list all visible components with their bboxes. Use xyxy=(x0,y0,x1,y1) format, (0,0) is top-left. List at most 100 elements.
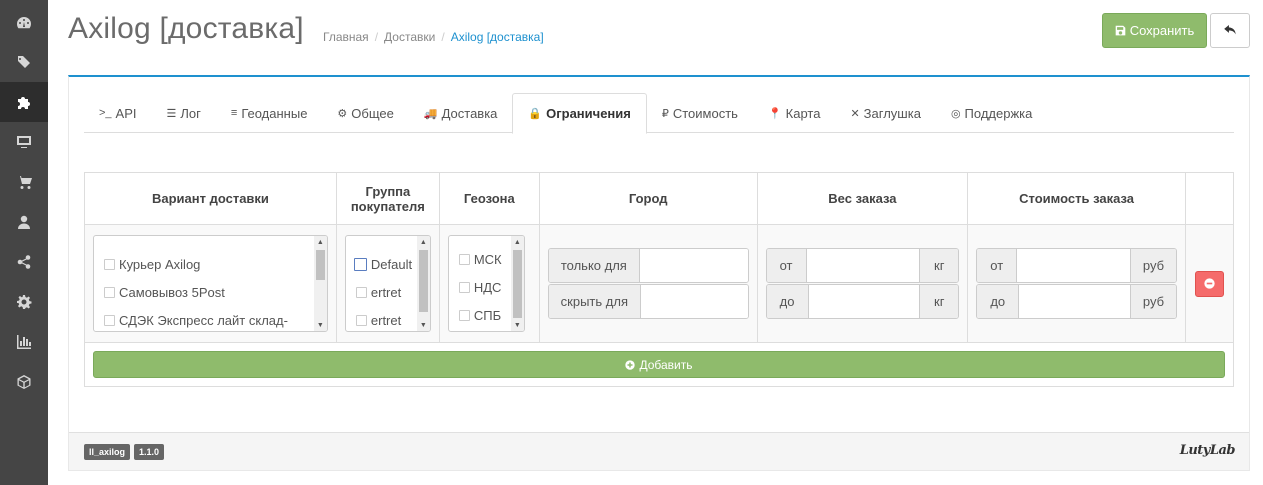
city-only-for-label: только для xyxy=(548,249,640,282)
option-label: ertret xyxy=(370,284,402,300)
sidebar-item-customers[interactable] xyxy=(0,202,48,242)
customer-group-list[interactable]: Default ertret ertret ▲ ▼ xyxy=(344,235,431,332)
database-icon: ≡ xyxy=(230,107,238,119)
city-only-for-input[interactable] xyxy=(639,249,748,282)
weight-unit-label: кг xyxy=(919,249,959,282)
panel-footer: ll_axilog 1.1.0 LutyLab xyxy=(69,432,1249,470)
tab-label: API xyxy=(115,105,137,121)
scrollbar-thumb[interactable] xyxy=(512,250,522,318)
breadcrumb-separator: / xyxy=(374,30,379,44)
sidebar-item-design[interactable] xyxy=(0,122,48,162)
tab-stub[interactable]: ✕ Заглушка xyxy=(835,93,935,133)
list-item[interactable]: Курьер Axilog xyxy=(94,250,327,278)
checkbox[interactable] xyxy=(458,253,470,265)
minus-circle-icon xyxy=(1204,278,1215,289)
breadcrumb-separator: / xyxy=(441,30,445,44)
breadcrumb-home[interactable]: Главная xyxy=(323,30,369,44)
gear-icon: ⚙ xyxy=(337,107,348,120)
delivery-options-list[interactable]: Курьер Axilog Самовывоз 5Post СДЭК Экспр… xyxy=(93,235,328,332)
checkbox[interactable] xyxy=(104,314,115,326)
city-hide-for-input[interactable] xyxy=(640,285,748,318)
tab-restrictions[interactable]: 🔒 Ограничения xyxy=(512,93,647,134)
back-button[interactable] xyxy=(1210,13,1250,48)
weight-from-input[interactable] xyxy=(806,249,920,282)
breadcrumb-shipping[interactable]: Доставки xyxy=(384,30,435,44)
scroll-down-icon[interactable]: ▼ xyxy=(314,319,327,331)
cost-to-label: до xyxy=(977,285,1020,318)
checkbox[interactable] xyxy=(458,309,470,321)
scroll-up-icon[interactable]: ▲ xyxy=(314,236,327,248)
sidebar-item-modules[interactable] xyxy=(0,362,48,402)
puzzle-icon xyxy=(18,97,30,109)
sidebar-item-marketing[interactable] xyxy=(0,242,48,282)
sidebar-item-extensions[interactable] xyxy=(0,82,48,122)
add-label: Добавить xyxy=(639,357,693,372)
checkbox[interactable] xyxy=(353,257,367,271)
scroll-up-icon[interactable]: ▲ xyxy=(417,236,430,248)
terminal-icon: >_ xyxy=(99,107,112,119)
lock-icon: 🔒 xyxy=(528,108,543,120)
header-delivery: Вариант доставки xyxy=(84,172,337,225)
monitor-icon xyxy=(17,136,31,148)
scroll-down-icon[interactable]: ▼ xyxy=(511,319,524,331)
brand-logo[interactable]: LutyLab xyxy=(1180,443,1236,458)
checkbox[interactable] xyxy=(355,314,367,326)
tab-cost[interactable]: ₽ Стоимость xyxy=(647,93,753,133)
tab-geodata[interactable]: ≡ Геоданные xyxy=(216,93,323,133)
tab-label: Поддержка xyxy=(964,105,1033,121)
tab-label: Стоимость xyxy=(672,105,738,121)
sidebar-item-catalog[interactable] xyxy=(0,42,48,82)
header-line: Группа xyxy=(365,183,411,199)
checkbox[interactable] xyxy=(104,286,115,298)
breadcrumb-current[interactable]: Axilog [доставка] xyxy=(451,30,544,44)
tabs: >_ API ☰ Лог ≡ Геоданные ⚙ Общее 🚚 Доставка 🔒… xyxy=(84,93,1234,134)
ruble-icon: ₽ xyxy=(661,107,669,120)
city-only-for-group: только для xyxy=(547,248,749,283)
table-row-add: Добавить xyxy=(84,342,1234,387)
scrollbar-thumb[interactable] xyxy=(418,250,428,312)
tab-delivery[interactable]: 🚚 Доставка xyxy=(409,93,513,133)
sidebar-item-system[interactable] xyxy=(0,282,48,322)
sidebar-item-sales[interactable] xyxy=(0,162,48,202)
map-marker-icon: 📍 xyxy=(767,107,782,120)
reply-icon xyxy=(1223,25,1236,35)
cube-icon xyxy=(17,375,31,389)
scrollbar-thumb[interactable] xyxy=(315,250,325,280)
scrollbar[interactable]: ▲ ▼ xyxy=(416,236,430,331)
tab-label: Доставка xyxy=(441,105,498,121)
cost-to-group: до руб xyxy=(976,284,1177,319)
sidebar-item-dashboard[interactable] xyxy=(0,3,48,43)
option-label: НДС xyxy=(473,279,502,295)
option-label: Default xyxy=(370,256,413,272)
tab-general[interactable]: ⚙ Общее xyxy=(322,93,408,133)
breadcrumb: Главная / Доставки / Axilog [доставка] xyxy=(323,30,544,44)
scroll-up-icon[interactable]: ▲ xyxy=(511,236,524,248)
tab-log[interactable]: ☰ Лог xyxy=(152,93,216,133)
checkbox[interactable] xyxy=(355,286,367,298)
tab-support[interactable]: ◎ Поддержка xyxy=(936,93,1047,133)
tab-api[interactable]: >_ API xyxy=(84,93,152,133)
weight-to-input[interactable] xyxy=(808,285,920,318)
sidebar-item-reports[interactable] xyxy=(0,322,48,362)
add-restriction-button[interactable]: Добавить xyxy=(93,351,1225,378)
checkbox[interactable] xyxy=(458,281,470,293)
cost-to-input[interactable] xyxy=(1019,285,1130,318)
geozone-list[interactable]: МСК НДС СПБ ▲ ▼ xyxy=(447,235,525,332)
scrollbar[interactable]: ▲ ▼ xyxy=(510,236,524,331)
tab-label: Общее xyxy=(351,105,394,121)
lifebuoy-icon: ◎ xyxy=(950,107,961,120)
remove-row-button[interactable] xyxy=(1194,270,1224,297)
checkbox[interactable] xyxy=(104,258,115,270)
header-weight: Вес заказа xyxy=(756,172,969,225)
tab-map[interactable]: 📍 Карта xyxy=(753,93,836,133)
save-button[interactable]: Сохранить xyxy=(1102,13,1207,48)
version-badge: 1.1.0 xyxy=(134,444,165,460)
header-actions xyxy=(1184,172,1235,225)
list-item[interactable]: СДЭК Экспресс лайт склад- xyxy=(94,306,327,331)
list-item[interactable]: Самовывоз 5Post xyxy=(94,278,327,306)
scrollbar[interactable]: ▲ ▼ xyxy=(313,236,327,331)
cost-from-input[interactable] xyxy=(1017,249,1130,282)
bar-chart-icon xyxy=(17,335,31,349)
scroll-down-icon[interactable]: ▼ xyxy=(417,319,430,331)
tab-label: Карта xyxy=(785,105,821,121)
